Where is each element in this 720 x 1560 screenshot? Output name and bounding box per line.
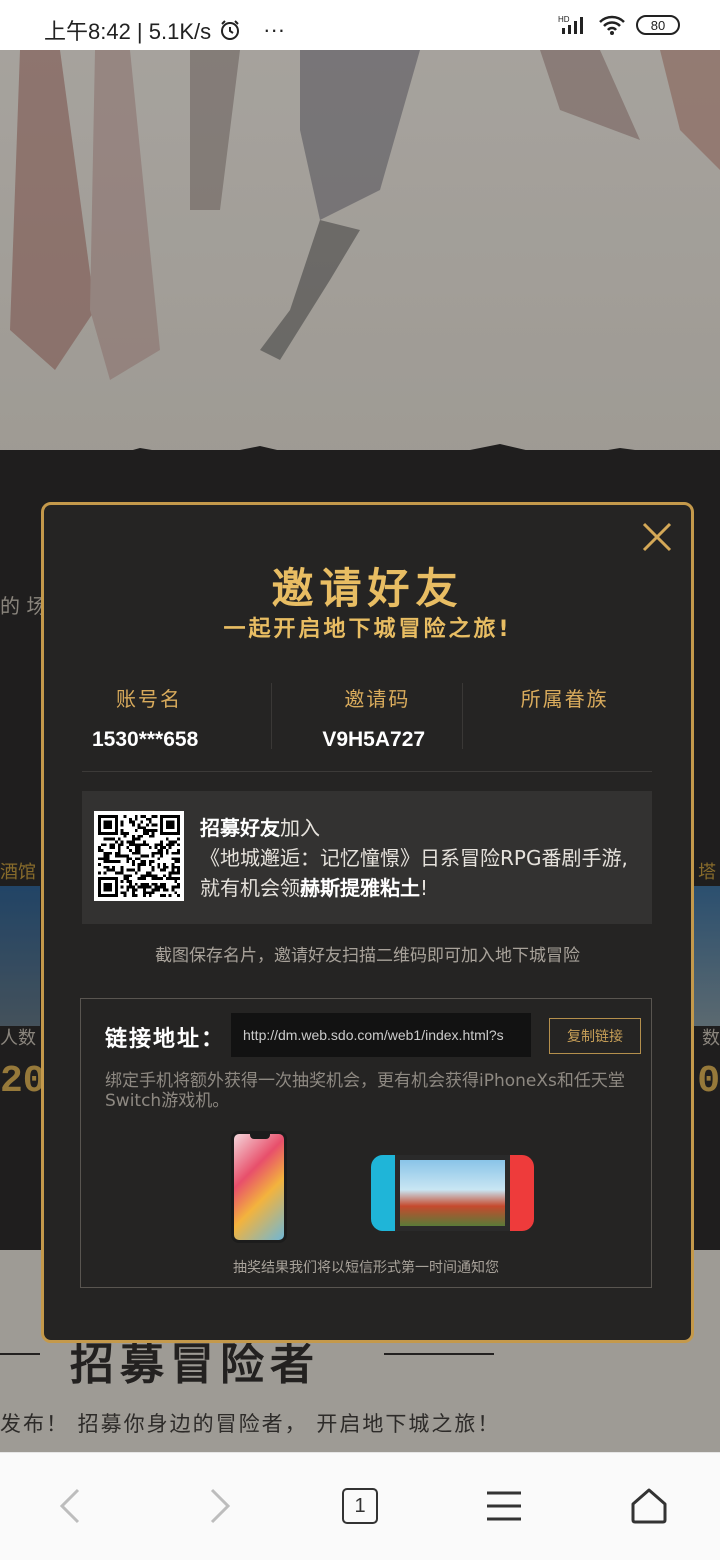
promo-line-3-prefix: 就有机会领 [200, 876, 300, 900]
chevron-left-icon [59, 1488, 80, 1524]
tabs-button[interactable]: 1 [335, 1481, 385, 1531]
promo-line-2: 《地城邂逅：记忆憧憬》日系冒险RPG番剧手游, [200, 846, 628, 870]
promo-reward: 赫斯提雅粘土 [300, 876, 420, 900]
switch-prize-image [371, 1155, 534, 1231]
link-url-input[interactable] [231, 1013, 531, 1057]
status-bar: 上午8:42 | 5.1K/s ··· HD 80 [0, 0, 720, 50]
forward-button[interactable] [194, 1481, 244, 1531]
link-label: 链接地址： [105, 1027, 226, 1052]
close-icon[interactable] [639, 519, 675, 555]
home-icon [631, 1488, 667, 1524]
menu-button[interactable] [479, 1481, 529, 1531]
account-name-value: 1530***658 [92, 728, 199, 751]
promo-text: 招募好友加入 《地城邂逅：记忆憧憬》日系冒险RPG番剧手游, 就有机会领赫斯提雅… [200, 813, 628, 903]
more-dots: ··· [263, 17, 286, 42]
qr-code-image [94, 811, 184, 901]
bind-phone-description: 绑定手机将额外获得一次抽奖机会，更有机会获得iPhoneXs和任天堂Switch… [105, 1071, 625, 1111]
joycon-left [371, 1155, 395, 1231]
account-name-column: 账号名 1530***658 [82, 683, 271, 751]
phone-notch [250, 1134, 270, 1139]
wifi-icon [599, 15, 625, 35]
section-divider [82, 771, 652, 772]
modal-title: 邀请好友 [271, 564, 464, 613]
promo-line-1-rest: 加入 [280, 816, 320, 840]
account-name-label: 账号名 [116, 687, 182, 711]
joycon-right [510, 1155, 534, 1231]
link-section: 链接地址： 复制链接 绑定手机将额外获得一次抽奖机会，更有机会获得iPhoneX… [80, 998, 652, 1288]
home-button[interactable] [624, 1481, 674, 1531]
invite-friends-modal: 邀请好友 一起开启地下城冒险之旅! 账号名 1530***658 邀请码 V9H… [41, 502, 694, 1343]
browser-nav-bar: 1 [0, 1452, 720, 1560]
signal-icon: HD [558, 15, 583, 34]
switch-screen [395, 1155, 510, 1231]
copy-link-button[interactable]: 复制链接 [549, 1018, 641, 1054]
tab-count: 1 [354, 1494, 366, 1517]
battery-icon: 80 [636, 15, 680, 35]
iphone-prize-image [231, 1131, 287, 1243]
promo-highlight: 招募好友 [200, 816, 280, 840]
alarm-icon [221, 20, 240, 40]
promo-line-1: 招募好友加入 [200, 813, 628, 843]
account-info-row: 账号名 1530***658 邀请码 V9H5A727 所属眷族 [82, 683, 652, 751]
svg-text:HD: HD [558, 15, 570, 24]
familia-column: 所属眷族 [461, 683, 652, 749]
promo-line-3-suffix: ! [420, 876, 429, 900]
status-left: 上午8:42 | 5.1K/s ··· [44, 14, 285, 46]
invite-code-value: V9H5A727 [322, 728, 426, 751]
chevron-right-icon [210, 1488, 231, 1524]
battery-level: 80 [650, 17, 666, 33]
promo-card: 招募好友加入 《地城邂逅：记忆憧憬》日系冒险RPG番剧手游, 就有机会领赫斯提雅… [82, 791, 652, 924]
invite-code-label: 邀请码 [344, 687, 411, 711]
back-button[interactable] [46, 1481, 96, 1531]
promo-line-3: 就有机会领赫斯提雅粘土! [200, 873, 628, 903]
status-time: 上午8:42 | 5.1K/s [44, 19, 212, 44]
tab-count-icon: 1 [342, 1488, 378, 1524]
prize-notice: 抽奖结果我们将以短信形式第一时间通知您 [233, 1260, 499, 1276]
modal-subtitle: 一起开启地下城冒险之旅! [223, 617, 512, 642]
switch-screen-art [400, 1160, 505, 1226]
invite-code-column: 邀请码 V9H5A727 [271, 683, 461, 751]
hamburger-menu-icon [487, 1491, 521, 1521]
screenshot-caption: 截图保存名片，邀请好友扫描二维码即可加入地下城冒险 [155, 946, 580, 966]
familia-label: 所属眷族 [520, 687, 609, 711]
status-right: HD 80 [558, 14, 680, 36]
